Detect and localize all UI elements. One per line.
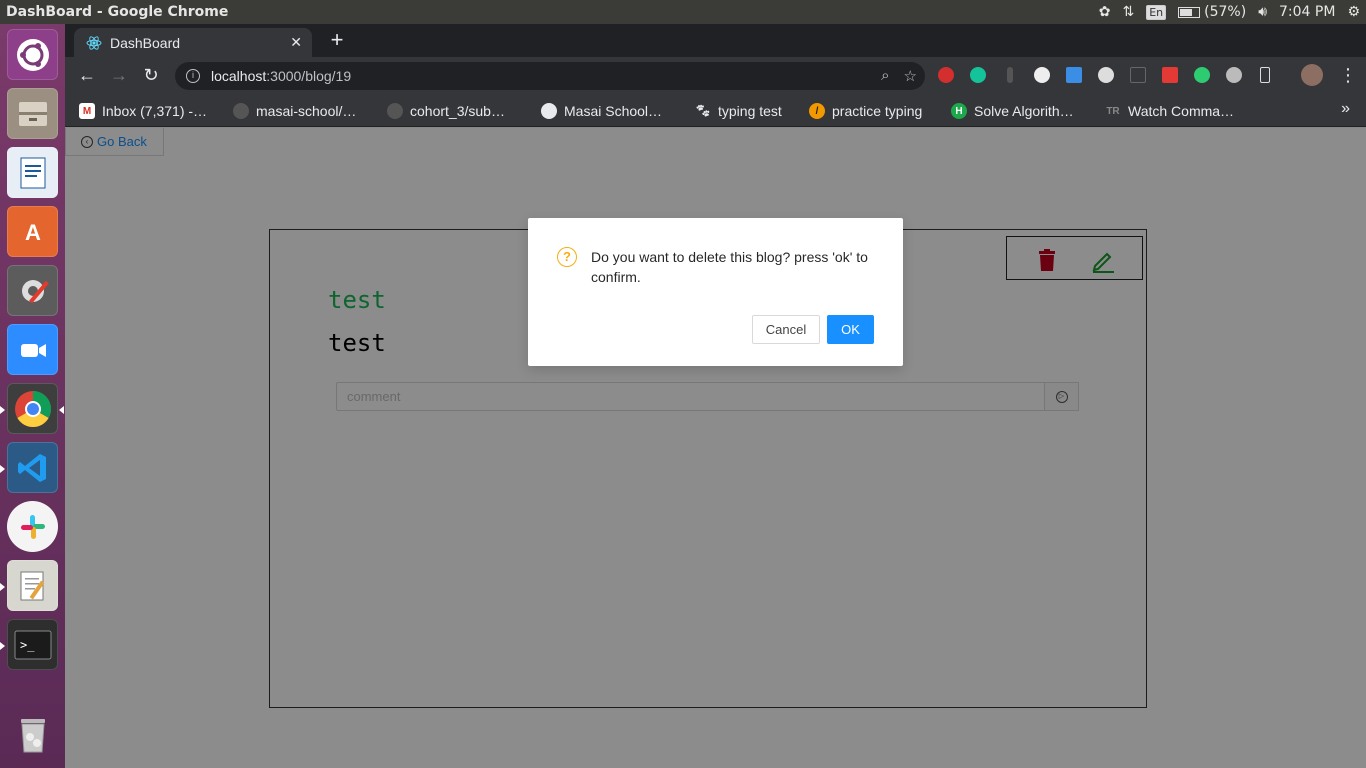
extension-c-icon[interactable] (1162, 67, 1178, 83)
chrome-toolbar: ← → ↻ i localhost:3000/blog/19 ⌕ ☆ ⋮ (65, 57, 1366, 94)
ok-button[interactable]: OK (827, 315, 874, 344)
software-center-icon[interactable]: A (7, 206, 58, 257)
grammarly-icon[interactable] (970, 67, 986, 83)
keybr-icon: / (809, 103, 825, 119)
bookmark-label: masai-school/… (256, 103, 357, 119)
extension-red-icon[interactable] (938, 67, 954, 83)
system-tray: ✿ ⇅ En (57%) 🔊︎ 7:04 PM ⚙ (1099, 0, 1360, 24)
url-host: localhost (211, 68, 267, 84)
bookmark-item[interactable]: TR Watch Comma… (1105, 101, 1234, 121)
page-viewport: ‹ Go Back test test ▷ ? Do you want to d… (65, 128, 1366, 768)
extension-disc-icon[interactable] (1034, 67, 1050, 83)
confirm-dialog: ? Do you want to delete this blog? press… (528, 218, 903, 366)
network-icon[interactable]: ⇅ (1122, 4, 1134, 20)
slack-icon[interactable] (7, 501, 58, 552)
paw-icon: 🐾︎ (694, 103, 712, 118)
forward-button[interactable]: → (108, 64, 130, 86)
battery-icon (1178, 6, 1201, 18)
hackerrank-icon: H (951, 103, 967, 119)
bookmark-item[interactable]: H Solve Algorith… (951, 101, 1074, 121)
globe-icon (541, 103, 557, 119)
cancel-button[interactable]: Cancel (752, 315, 820, 344)
bookmark-label: cohort_3/sub… (410, 103, 505, 119)
bookmark-label: Masai School… (564, 103, 663, 119)
react-favicon-icon (86, 35, 102, 50)
ubuntu-launcher: A >_ (0, 24, 65, 768)
chrome-tab-strip: DashBoard ✕ + (65, 24, 1366, 57)
extension-circle-icon[interactable] (1098, 67, 1114, 83)
extension-blue-icon[interactable] (1066, 67, 1082, 83)
extension-cloud-icon[interactable] (1226, 67, 1242, 83)
svg-text:>_: >_ (20, 638, 35, 652)
confirm-message: Do you want to delete this blog? press '… (591, 249, 868, 285)
terminal-running-indicator (0, 642, 5, 650)
volume-icon[interactable]: 🔊︎ (1258, 4, 1267, 20)
tr-icon: TR (1106, 105, 1120, 117)
terminal-icon[interactable]: >_ (7, 619, 58, 670)
bookmark-item[interactable]: 🐾︎ typing test (695, 101, 782, 121)
tab-title: DashBoard (110, 34, 181, 51)
gmail-icon: M (79, 103, 95, 119)
bookmark-label: Inbox (7,371) -… (102, 103, 208, 119)
keyboard-layout-indicator[interactable]: En (1146, 4, 1167, 20)
trash-icon[interactable] (7, 709, 58, 760)
bookmark-item[interactable]: Masai School… (541, 101, 662, 121)
bookmark-label: practice typing (832, 103, 923, 119)
tab-close-icon[interactable]: ✕ (290, 34, 302, 51)
reload-button[interactable]: ↻ (140, 64, 162, 86)
slack-tray-icon[interactable]: ✿ (1099, 4, 1111, 20)
zoom-icon[interactable]: ⌕ (881, 67, 889, 85)
clock[interactable]: 7:04 PM (1279, 4, 1335, 20)
vscode-icon[interactable] (7, 442, 58, 493)
bookmark-item[interactable]: cohort_3/sub… (387, 101, 505, 121)
bookmark-label: typing test (718, 103, 782, 119)
vscode-running-indicator (0, 465, 5, 473)
zoom-icon[interactable] (7, 324, 58, 375)
text-editor-icon[interactable] (7, 560, 58, 611)
site-info-icon[interactable]: i (186, 69, 200, 83)
more-bookmarks-icon[interactable]: » (1341, 100, 1350, 118)
files-icon[interactable] (7, 88, 58, 139)
github-icon (387, 103, 403, 119)
back-button[interactable]: ← (76, 64, 98, 86)
url-path: :3000/blog/19 (266, 68, 352, 84)
chrome-menu-icon[interactable]: ⋮ (1337, 64, 1359, 86)
editor-running-indicator (0, 583, 5, 591)
bookmark-label: Watch Comma… (1128, 103, 1235, 119)
ubuntu-dash-icon[interactable] (7, 29, 58, 80)
window-title: DashBoard - Google Chrome (6, 4, 229, 20)
libreoffice-writer-icon[interactable] (7, 147, 58, 198)
bookmark-item[interactable]: masai-school/… (233, 101, 356, 121)
bookmark-label: Solve Algorith… (974, 103, 1074, 119)
chrome-running-indicator (0, 406, 5, 414)
microphone-icon[interactable] (1007, 67, 1013, 83)
ubuntu-top-panel: DashBoard - Google Chrome ✿ ⇅ En (57%) 🔊… (0, 0, 1366, 24)
battery-percent: (57%) (1204, 4, 1247, 20)
address-bar[interactable]: i localhost:3000/blog/19 ⌕ ☆ (175, 62, 925, 90)
bookmarks-bar: M Inbox (7,371) -… masai-school/… cohort_… (65, 94, 1366, 127)
chrome-active-indicator (59, 406, 64, 414)
question-circle-icon: ? (557, 247, 577, 267)
tab-dashboard[interactable]: DashBoard ✕ (74, 28, 312, 57)
system-settings-icon[interactable] (7, 265, 58, 316)
svg-text:A: A (25, 220, 41, 245)
extension-green-ring-icon[interactable] (1194, 67, 1210, 83)
chrome-icon[interactable] (7, 383, 58, 434)
bookmark-star-icon[interactable]: ☆ (904, 67, 917, 85)
github-icon (233, 103, 249, 119)
gear-icon[interactable]: ⚙ (1347, 4, 1360, 20)
new-tab-button[interactable]: + (326, 29, 348, 52)
profile-avatar[interactable] (1301, 64, 1323, 86)
extension-box-icon[interactable] (1130, 67, 1146, 83)
battery-indicator[interactable]: (57%) (1178, 4, 1246, 20)
extension-phone-icon[interactable] (1260, 67, 1270, 83)
bookmark-item[interactable]: M Inbox (7,371) -… (79, 101, 207, 121)
bookmark-item[interactable]: / practice typing (809, 101, 922, 121)
